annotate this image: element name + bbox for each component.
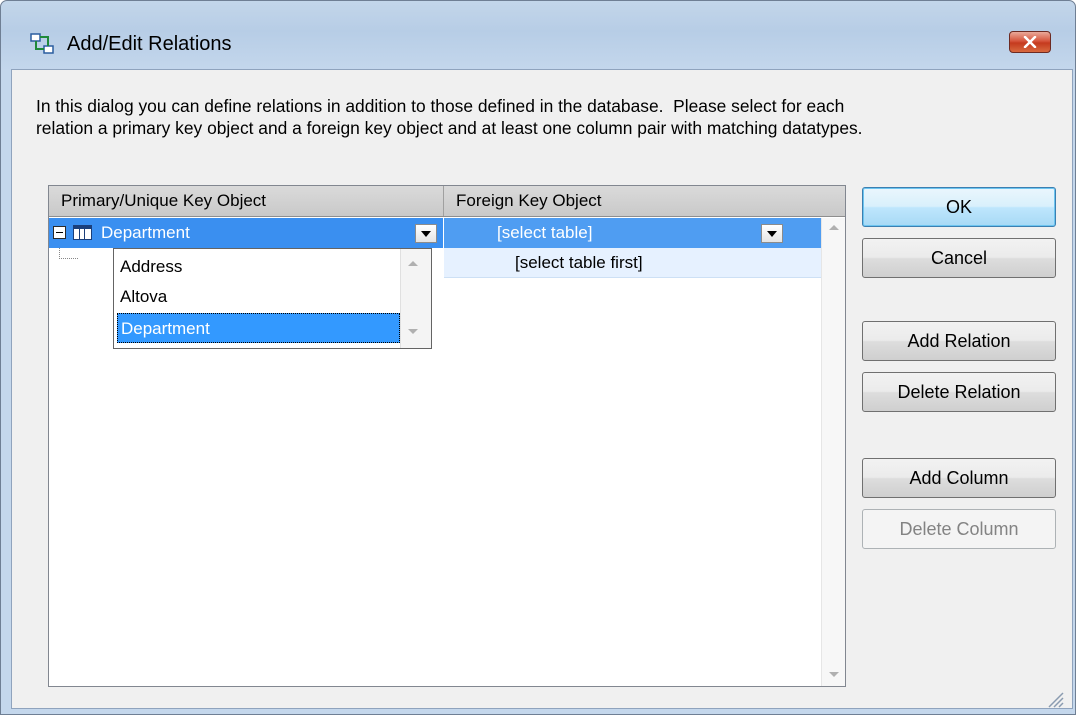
add-relation-button[interactable]: Add Relation [862,321,1056,361]
grid-header: Primary/Unique Key Object Foreign Key Ob… [49,186,845,217]
foreign-key-value: [select table] [497,223,593,242]
cancel-button[interactable]: Cancel [862,238,1056,278]
primary-key-dropdown-list: Address Altova Department [113,248,432,349]
primary-key-dropdown-arrow-icon[interactable] [415,224,437,243]
scroll-up-arrow-icon[interactable] [408,261,418,266]
relations-grid: Primary/Unique Key Object Foreign Key Ob… [48,185,846,687]
dropdown-option-address[interactable]: Address [117,252,400,282]
grid-scroll-down-arrow-icon[interactable] [829,672,839,677]
close-button[interactable] [1009,31,1051,53]
foreign-column-cell[interactable]: [select table first] [444,248,821,278]
foreign-column-value: [select table first] [515,253,643,272]
dialog-body: In this dialog you can define relations … [11,69,1073,709]
instructions-line-2: relation a primary key object and a fore… [36,118,863,138]
add-column-button[interactable]: Add Column [862,458,1056,498]
scroll-down-arrow-icon[interactable] [408,329,418,334]
ok-button[interactable]: OK [862,187,1056,227]
table-icon [73,225,92,240]
delete-column-button: Delete Column [862,509,1056,549]
foreign-key-dropdown-arrow-icon[interactable] [761,224,783,243]
dropdown-option-altova[interactable]: Altova [117,282,400,312]
primary-key-value: Department [101,223,190,242]
tree-connector-line [59,248,78,259]
relations-icon [30,33,54,54]
delete-relation-button[interactable]: Delete Relation [862,372,1056,412]
dropdown-scrollbar[interactable] [400,249,431,348]
dialog-title: Add/Edit Relations [67,33,232,55]
primary-key-cell[interactable]: Department [49,218,443,248]
instructions-text: In this dialog you can define relations … [36,95,1066,139]
grid-vertical-scrollbar[interactable] [821,218,845,686]
grid-scroll-up-arrow-icon[interactable] [829,225,839,230]
close-icon [1023,36,1037,48]
instructions-line-1: In this dialog you can define relations … [36,96,845,116]
resize-grip-icon[interactable] [1041,685,1065,709]
column-header-primary-key[interactable]: Primary/Unique Key Object [49,186,444,216]
dropdown-option-department[interactable]: Department [117,313,400,343]
column-header-foreign-key[interactable]: Foreign Key Object [444,186,845,216]
dialog-window: Add/Edit Relations In this dialog you ca… [0,0,1076,715]
foreign-key-cell[interactable]: [select table] [444,218,821,248]
collapse-icon[interactable] [53,226,66,239]
